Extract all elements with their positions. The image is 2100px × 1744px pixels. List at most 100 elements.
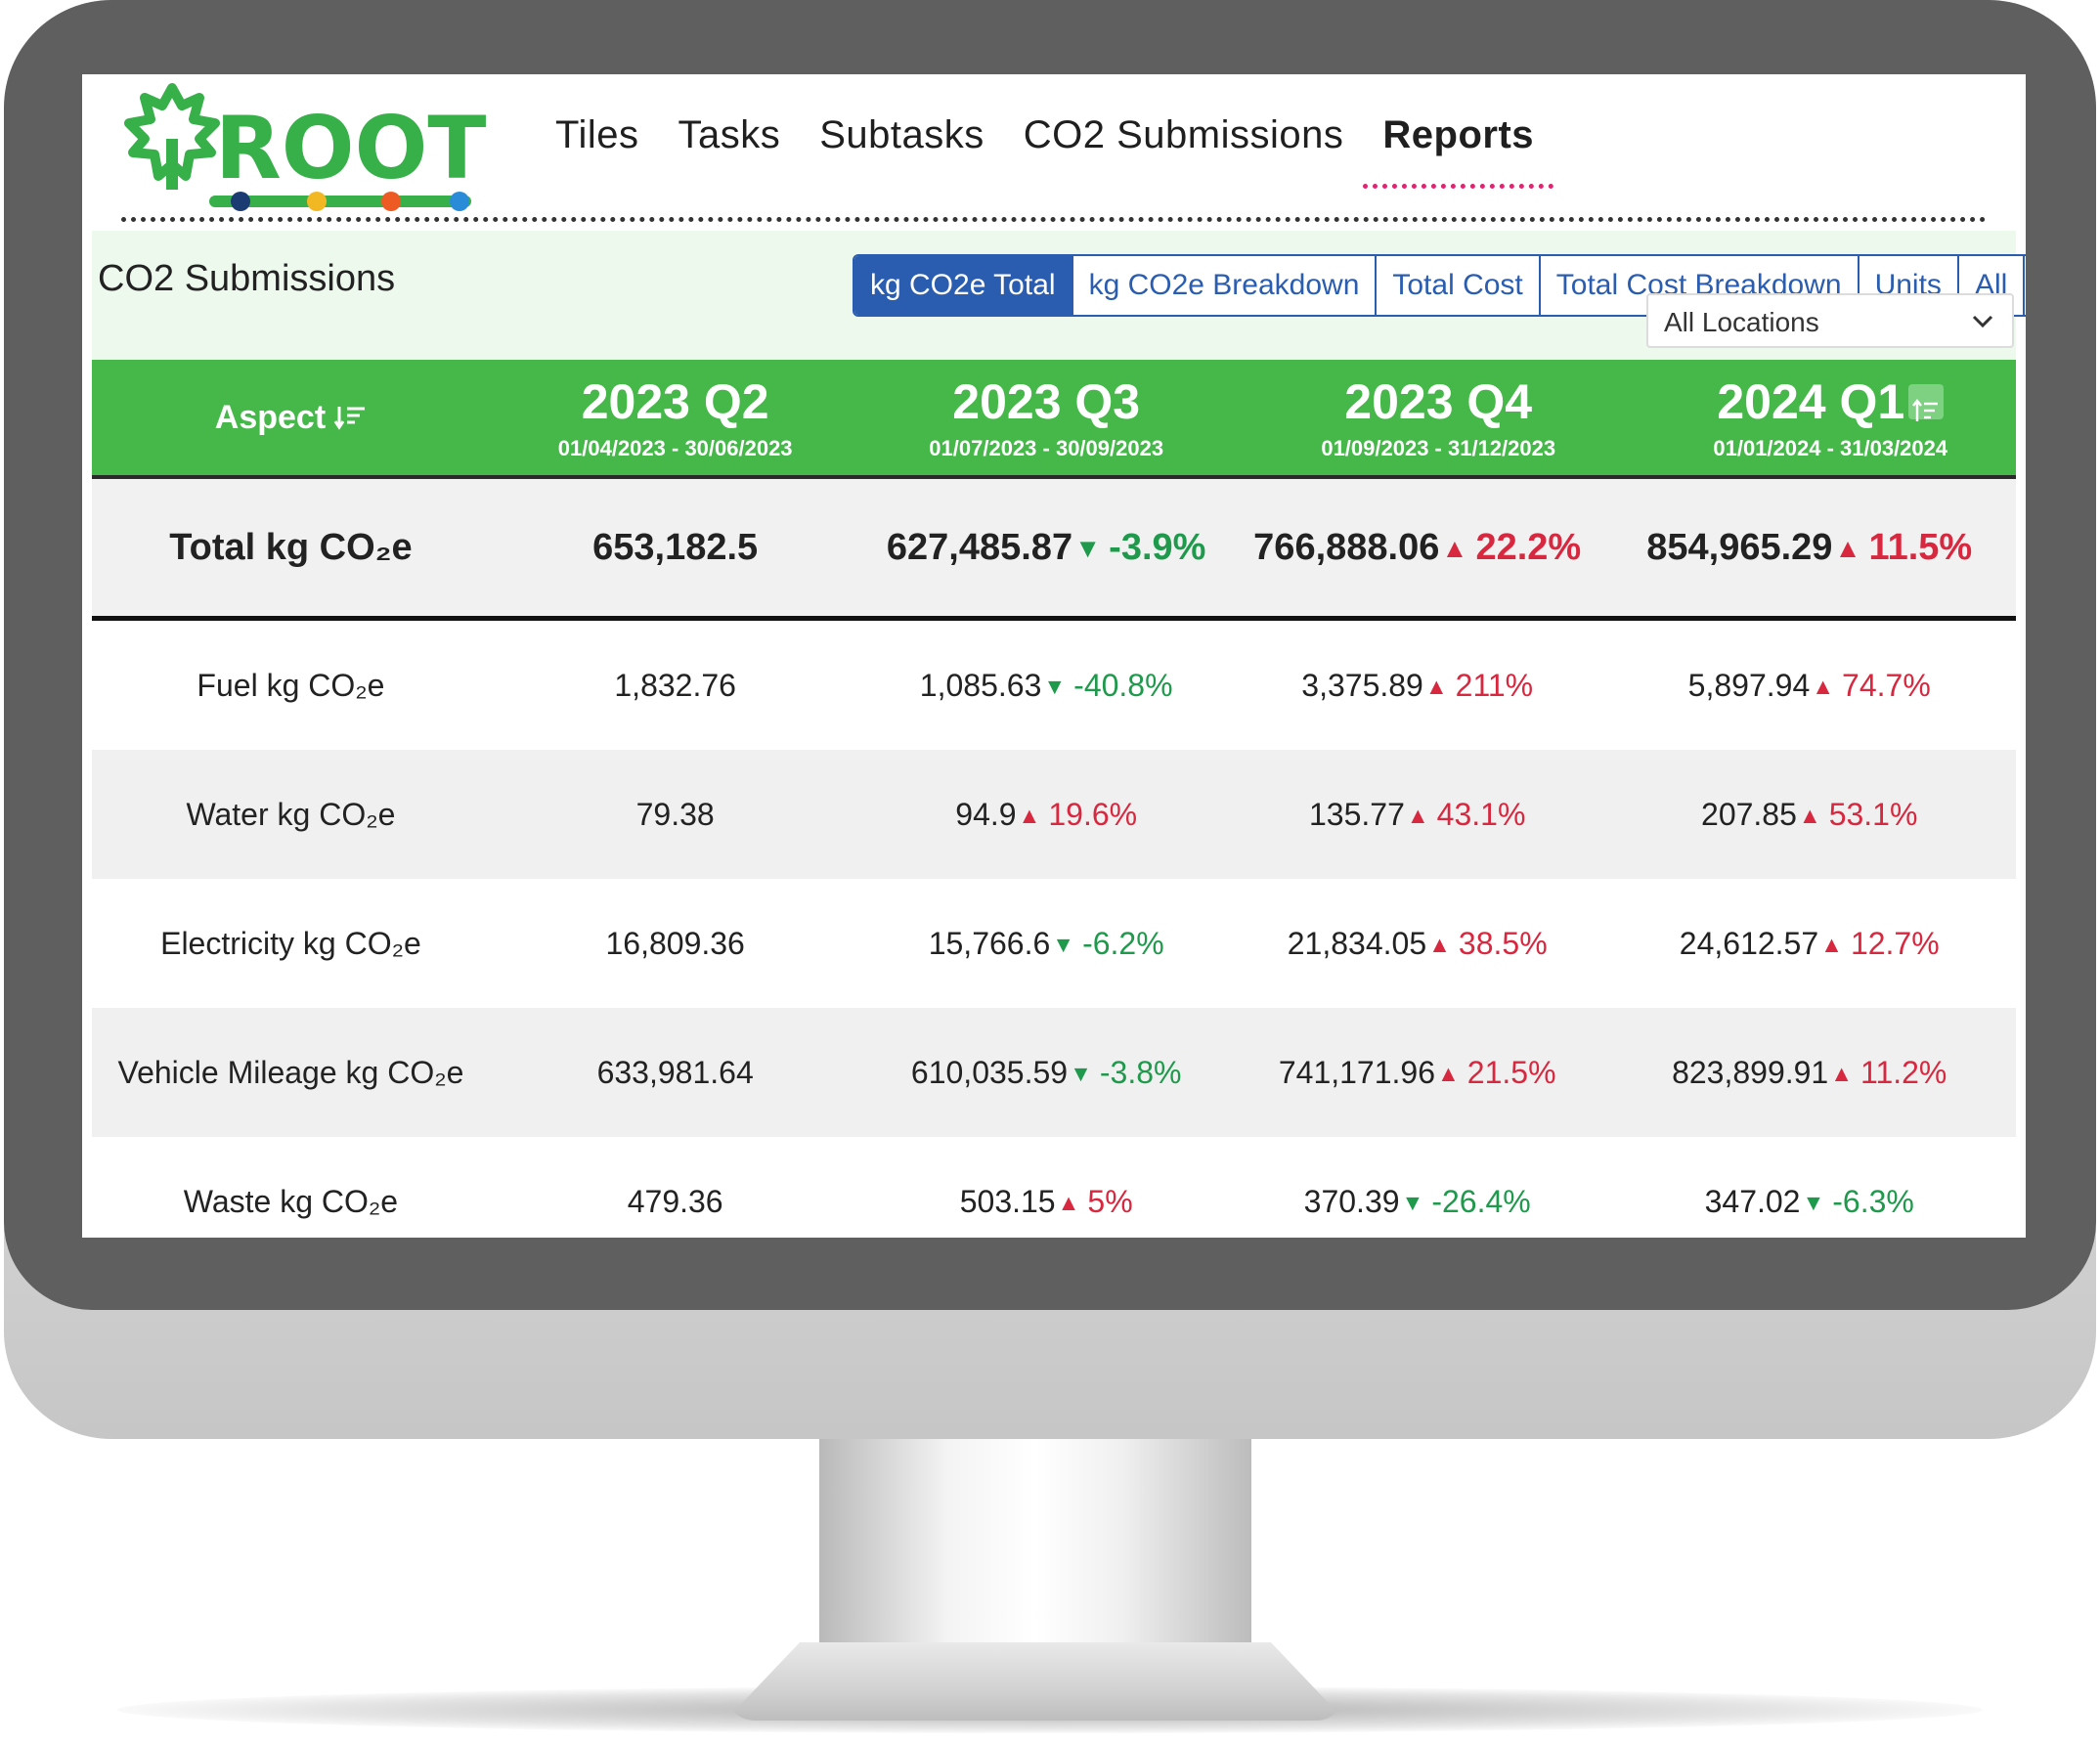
cell-value: 94.9: [955, 796, 1017, 832]
change-percent: -40.8%: [1073, 667, 1173, 703]
cell-value: 479.36: [627, 1183, 723, 1219]
logo-text: ROOT: [215, 98, 486, 198]
increase-arrow-icon: ▲: [1820, 931, 1843, 957]
change-percent: 19.6%: [1048, 796, 1138, 832]
app-screen: ROOT Tiles Tasks Subtasks CO2 Submission…: [82, 74, 2026, 1238]
nav-tasks[interactable]: Tasks: [678, 113, 780, 157]
change-percent: 74.7%: [1842, 667, 1931, 703]
table-cell: 79.38: [490, 797, 861, 833]
row-label: Electricity kg CO₂e: [160, 925, 421, 961]
table-cell: 3,375.89▲ 211%: [1232, 668, 1603, 704]
quarter-label: 2023 Q3: [952, 374, 1141, 429]
change-percent: 12.7%: [1850, 925, 1940, 961]
increase-arrow-icon: ▲: [1428, 931, 1451, 957]
table-cell: 207.85▲ 53.1%: [1602, 797, 2016, 833]
report-table: Aspect 2023 Q2 01/04/2023 - 30/06/2023 2…: [92, 360, 2016, 1238]
cell-value: 1,832.76: [614, 667, 736, 703]
location-select[interactable]: All Locations: [1646, 293, 2014, 348]
cell-value: 610,035.59: [910, 1054, 1069, 1090]
cell-value: 633,981.64: [596, 1054, 754, 1090]
cell-value: 766,888.06: [1253, 526, 1440, 568]
quarter-range: 01/07/2023 - 30/09/2023: [929, 436, 1164, 460]
increase-arrow-icon: ▲: [1830, 1060, 1854, 1086]
location-select-value: All Locations: [1664, 307, 1819, 337]
column-header[interactable]: 2024 Q1 01/01/2024 - 31/03/2024: [1644, 360, 2016, 475]
change-percent: -3.9%: [1109, 526, 1206, 568]
table-cell: 741,171.96▲ 21.5%: [1232, 1055, 1603, 1091]
table-cell: 610,035.59▼ -3.8%: [860, 1055, 1232, 1091]
column-header[interactable]: 2023 Q2 01/04/2023 - 30/06/2023: [490, 360, 861, 475]
tab-kg-co2e-total[interactable]: kg CO2e Total: [854, 256, 1073, 315]
table-cell: 21,834.05▲ 38.5%: [1232, 926, 1603, 962]
cell-value: 15,766.6: [928, 925, 1051, 961]
change-percent: 211%: [1455, 667, 1534, 703]
table-row: Waste kg CO₂e 479.36 503.15▲ 5% 370.39▼ -26.4…: [92, 1137, 2016, 1238]
table-cell: 823,899.91▲ 11.2%: [1602, 1055, 2016, 1091]
change-percent: -3.8%: [1099, 1054, 1182, 1090]
nav-reports[interactable]: Reports: [1363, 113, 1553, 189]
quarter-label: 2023 Q4: [1344, 374, 1533, 429]
column-header[interactable]: 2023 Q4 01/09/2023 - 31/12/2023: [1232, 360, 1645, 475]
decrease-arrow-icon: ▼: [1070, 1060, 1092, 1086]
change-percent: 22.2%: [1475, 526, 1582, 568]
increase-arrow-icon: ▲: [1798, 802, 1821, 828]
increase-arrow-icon: ▲: [1437, 1060, 1460, 1086]
cell-value: 5,897.94: [1687, 667, 1811, 703]
increase-arrow-icon: ▲: [1424, 673, 1448, 699]
cell-value: 823,899.91: [1672, 1054, 1829, 1090]
table-row: Fuel kg CO₂e 1,832.76 1,085.63▼ -40.8% 3,375…: [92, 621, 2016, 750]
quarter-label: 2023 Q2: [581, 374, 769, 429]
decrease-arrow-icon: ▼: [1052, 931, 1075, 957]
tab-total-cost[interactable]: Total Cost: [1377, 256, 1541, 315]
cell-value: 24,612.57: [1679, 925, 1819, 961]
monitor-bezel: ROOT Tiles Tasks Subtasks CO2 Submission…: [4, 0, 2096, 1310]
table-cell: 94.9▲ 19.6%: [860, 797, 1232, 833]
tab-kg-co2e-breakdown[interactable]: kg CO2e Breakdown: [1073, 256, 1378, 315]
report-panel: CO2 Submissions kg CO2e Total kg CO2e Br…: [92, 231, 2026, 1238]
quarter-range: 01/09/2023 - 31/12/2023: [1321, 436, 1556, 460]
decrease-arrow-icon: ▼: [1074, 532, 1102, 563]
cell-value: 207.85: [1701, 796, 1797, 832]
cell-value: 135.77: [1308, 796, 1405, 832]
nav-divider: [121, 217, 1987, 222]
table-cell: 347.02▼ -6.3%: [1602, 1184, 2016, 1220]
increase-arrow-icon: ▲: [1018, 802, 1041, 828]
table-cell: 5,897.94▲ 74.7%: [1602, 668, 2016, 704]
table-cell: 1,832.76: [490, 668, 861, 704]
decrease-arrow-icon: ▼: [1802, 1189, 1825, 1215]
cell-value: 3,375.89: [1301, 667, 1423, 703]
nav-co2-submissions[interactable]: CO2 Submissions: [1024, 113, 1344, 157]
change-percent: -26.4%: [1431, 1183, 1531, 1219]
cell-value: 79.38: [635, 796, 715, 832]
nav-subtasks[interactable]: Subtasks: [819, 113, 984, 157]
table-cell: 766,888.06▲ 22.2%: [1232, 527, 1603, 569]
calculator-button[interactable]: [2025, 256, 2026, 315]
table-cell: 479.36: [490, 1184, 861, 1220]
aspect-header[interactable]: Aspect: [92, 360, 490, 475]
monitor-stand-base: [725, 1642, 1345, 1721]
row-label: Total kg CO₂e: [169, 526, 413, 568]
quarter-range: 01/01/2024 - 31/03/2024: [1713, 436, 1948, 460]
table-cell: 370.39▼ -26.4%: [1232, 1184, 1603, 1220]
sort-active-icon[interactable]: [1908, 383, 1945, 421]
column-header[interactable]: 2023 Q3 01/07/2023 - 30/09/2023: [860, 360, 1232, 475]
cell-value: 503.15: [959, 1183, 1056, 1219]
nav-tiles[interactable]: Tiles: [555, 113, 638, 157]
quarter-label: 2024 Q1: [1717, 374, 1905, 429]
table-cell: 653,182.5: [490, 527, 861, 569]
cell-value: 627,485.87: [886, 526, 1073, 568]
row-label: Waste kg CO₂e: [183, 1183, 399, 1219]
change-percent: 11.5%: [1868, 526, 1973, 568]
table-cell: 627,485.87▼ -3.9%: [860, 527, 1232, 569]
root-logo[interactable]: ROOT: [121, 80, 493, 217]
increase-arrow-icon: ▲: [1057, 1189, 1080, 1215]
sort-icon[interactable]: [333, 403, 367, 432]
cell-value: 347.02: [1704, 1183, 1801, 1219]
cell-value: 854,965.29: [1646, 526, 1833, 568]
table-row: Electricity kg CO₂e 16,809.36 15,766.6▼ -6.…: [92, 879, 2016, 1008]
chevron-down-icon: [1971, 295, 1994, 369]
increase-arrow-icon: ▲: [1441, 532, 1468, 563]
table-header: Aspect 2023 Q2 01/04/2023 - 30/06/2023 2…: [92, 360, 2016, 479]
decrease-arrow-icon: ▼: [1401, 1189, 1424, 1215]
row-label: Vehicle Mileage kg CO₂e: [117, 1054, 464, 1090]
